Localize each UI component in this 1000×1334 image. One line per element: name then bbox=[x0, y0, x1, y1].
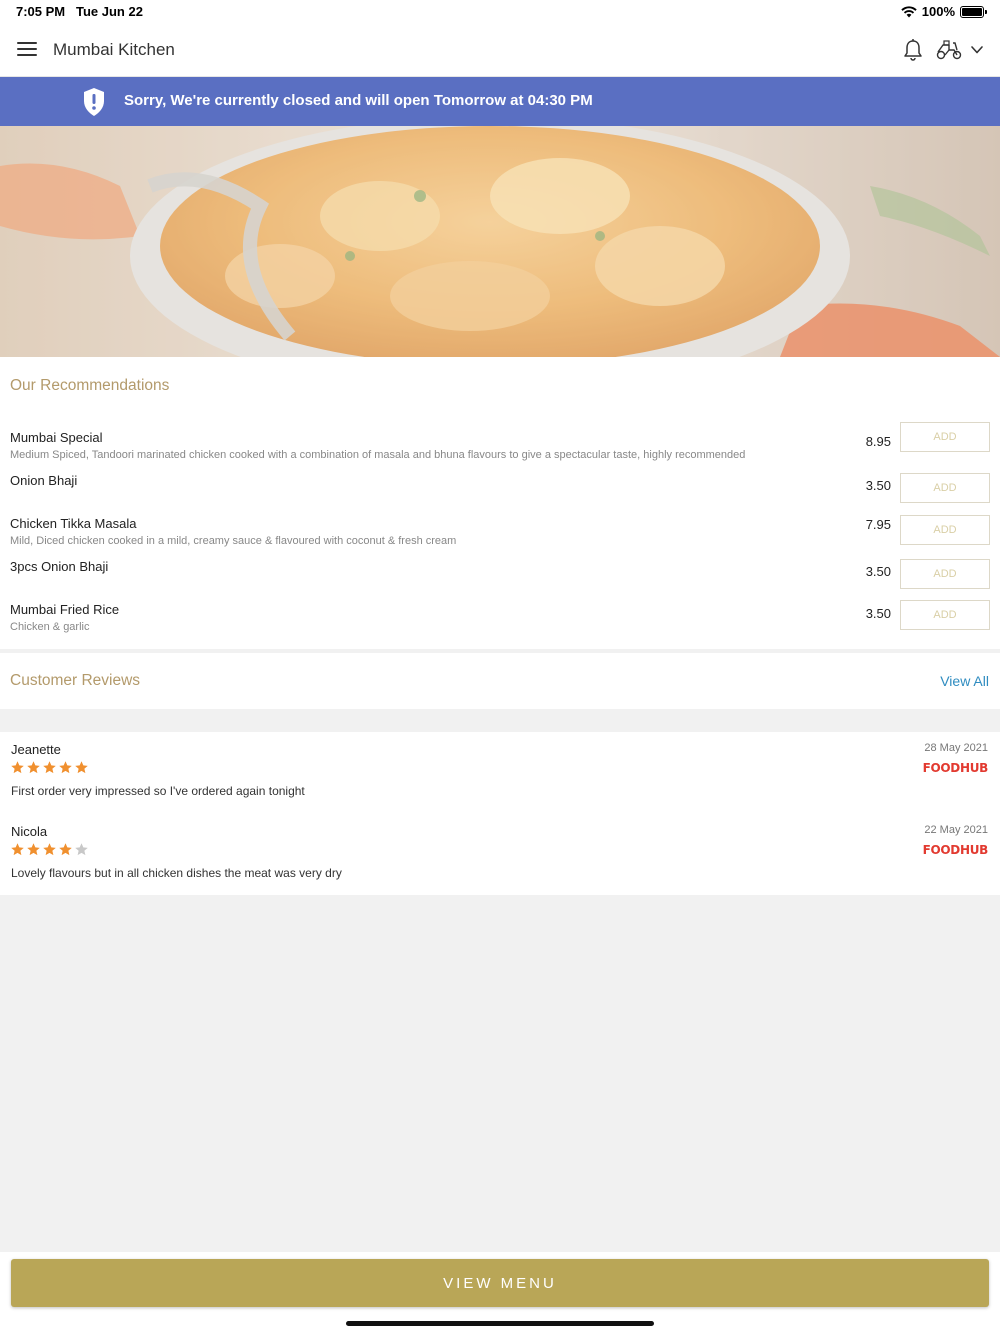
restaurant-title: Mumbai Kitchen bbox=[53, 40, 175, 59]
menu-item: Mumbai Fried Rice Chicken & garlic 3.50 … bbox=[0, 600, 1000, 640]
foodhub-logo: FOODHUB bbox=[922, 843, 989, 857]
star-filled-icon bbox=[11, 761, 24, 774]
view-all-link[interactable]: View All bbox=[940, 673, 989, 689]
menu-item-price: 7.95 bbox=[865, 517, 891, 532]
reviews-list: Jeanette 28 May 2021 FOODHUB First order… bbox=[0, 732, 1000, 895]
menu-item-name: Mumbai Fried Rice bbox=[10, 602, 120, 617]
star-filled-icon bbox=[75, 761, 88, 774]
view-menu-button[interactable]: VIEW MENU bbox=[11, 1259, 989, 1307]
review-card: Nicola 22 May 2021 FOODHUB Lovely flavou… bbox=[0, 814, 1000, 894]
menu-item-name: Mumbai Special bbox=[10, 430, 103, 445]
star-filled-icon bbox=[27, 761, 40, 774]
status-indicators: 100% bbox=[901, 4, 987, 19]
menu-item: Mumbai Special Medium Spiced, Tandoori m… bbox=[0, 422, 1000, 468]
star-filled-icon bbox=[43, 843, 56, 856]
add-button[interactable]: ADD bbox=[900, 559, 990, 589]
star-filled-icon bbox=[59, 843, 72, 856]
menu-item-price: 3.50 bbox=[865, 606, 891, 621]
review-date: 22 May 2021 bbox=[924, 824, 988, 836]
menu-item-price: 8.95 bbox=[865, 434, 891, 449]
menu-item-description: Medium Spiced, Tandoori marinated chicke… bbox=[10, 449, 746, 461]
wifi-icon bbox=[901, 5, 917, 17]
menu-item-name: Chicken Tikka Masala bbox=[10, 516, 137, 531]
menu-item: Onion Bhaji 3.50 ADD bbox=[0, 473, 1000, 511]
review-date: 28 May 2021 bbox=[924, 742, 988, 754]
star-filled-icon bbox=[43, 761, 56, 774]
hero-food-image bbox=[0, 126, 1000, 357]
closed-banner: Sorry, We're currently closed and will o… bbox=[0, 77, 1000, 126]
status-bar: 7:05 PM Tue Jun 22 100% bbox=[0, 0, 1000, 24]
bell-icon[interactable] bbox=[902, 38, 924, 62]
menu-item-price: 3.50 bbox=[865, 564, 891, 579]
reviews-header: Customer Reviews View All bbox=[0, 653, 1000, 709]
menu-item-description: Mild, Diced chicken cooked in a mild, cr… bbox=[10, 535, 457, 547]
reviewer-name: Jeanette bbox=[11, 742, 61, 757]
reviews-title: Customer Reviews bbox=[10, 672, 141, 689]
star-filled-icon bbox=[11, 843, 24, 856]
app-header: Mumbai Kitchen bbox=[0, 24, 1000, 77]
menu-item-description: Chicken & garlic bbox=[10, 621, 90, 633]
star-rating bbox=[10, 842, 89, 857]
recommendations-title: Our Recommendations bbox=[10, 377, 170, 394]
recommendations-section: Our Recommendations Mumbai Special Mediu… bbox=[0, 357, 1000, 649]
menu-item-name: 3pcs Onion Bhaji bbox=[10, 559, 109, 574]
star-filled-icon bbox=[59, 761, 72, 774]
delivery-scooter-icon[interactable] bbox=[935, 39, 963, 61]
add-button[interactable]: ADD bbox=[900, 600, 990, 630]
review-text: First order very impressed so I've order… bbox=[11, 784, 305, 798]
menu-item-price: 3.50 bbox=[865, 478, 891, 493]
closed-message: Sorry, We're currently closed and will o… bbox=[124, 92, 593, 109]
shield-alert-icon bbox=[84, 88, 104, 116]
reviewer-name: Nicola bbox=[11, 824, 48, 839]
curry-dish-illustration bbox=[0, 126, 1000, 357]
menu-item: Chicken Tikka Masala Mild, Diced chicken… bbox=[0, 515, 1000, 554]
review-card: Jeanette 28 May 2021 FOODHUB First order… bbox=[0, 732, 1000, 812]
menu-item-name: Onion Bhaji bbox=[10, 473, 78, 488]
star-empty-icon bbox=[75, 843, 88, 856]
review-text: Lovely flavours but in all chicken dishe… bbox=[11, 866, 342, 880]
menu-item: 3pcs Onion Bhaji 3.50 ADD bbox=[0, 559, 1000, 597]
home-indicator[interactable] bbox=[346, 1321, 654, 1326]
chevron-down-icon[interactable] bbox=[970, 43, 984, 57]
battery-percent: 100% bbox=[921, 4, 955, 19]
battery-icon bbox=[960, 5, 987, 18]
star-filled-icon bbox=[27, 843, 40, 856]
add-button[interactable]: ADD bbox=[900, 422, 990, 452]
menu-icon[interactable] bbox=[17, 42, 37, 58]
star-rating bbox=[10, 760, 89, 775]
add-button[interactable]: ADD bbox=[900, 515, 990, 545]
add-button[interactable]: ADD bbox=[900, 473, 990, 503]
status-time: 7:05 PM Tue Jun 22 bbox=[16, 4, 143, 19]
foodhub-logo: FOODHUB bbox=[922, 761, 989, 775]
